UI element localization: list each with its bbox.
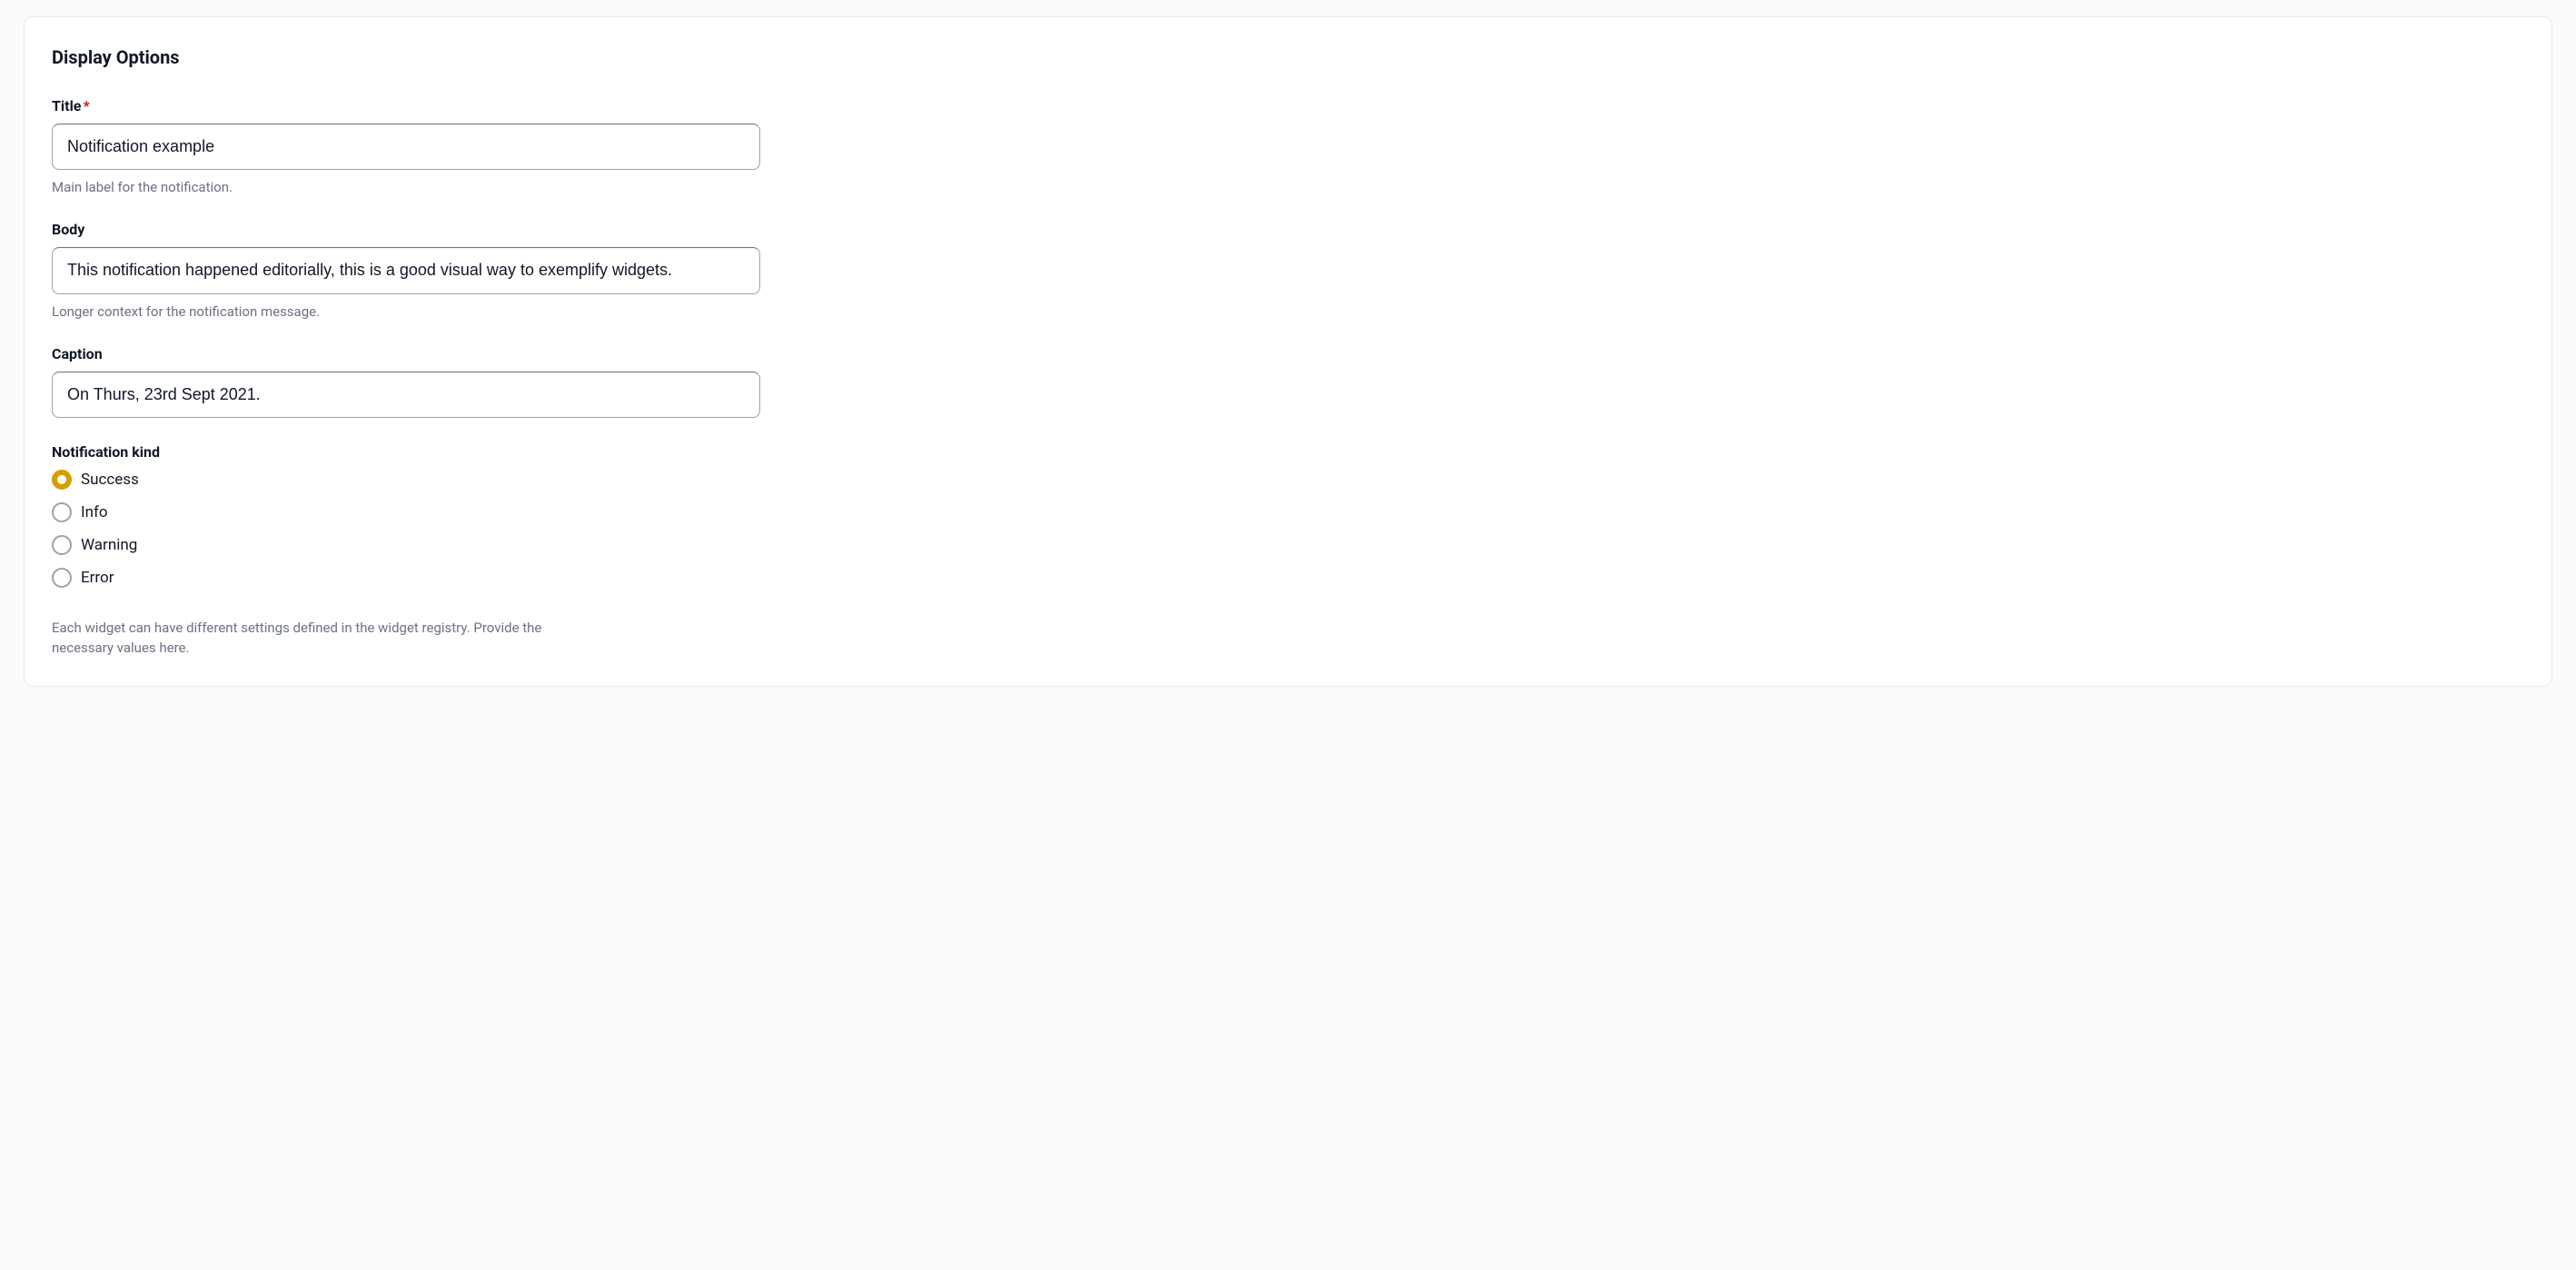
- radio-icon: [52, 535, 72, 555]
- kind-radio-success-label: Success: [81, 471, 139, 489]
- body-input[interactable]: [52, 247, 760, 293]
- body-field-group: Body Longer context for the notification…: [52, 221, 760, 319]
- required-mark: *: [83, 97, 89, 114]
- radio-icon: [52, 502, 72, 522]
- caption-label: Caption: [52, 345, 760, 362]
- kind-radio-error[interactable]: Error: [52, 568, 2524, 588]
- footer-help: Each widget can have different settings …: [52, 619, 560, 659]
- kind-radio-info[interactable]: Info: [52, 502, 2524, 522]
- section-title: Display Options: [52, 46, 2524, 68]
- kind-field-group: Notification kind Success Info Warning E…: [52, 443, 2524, 588]
- body-help: Longer context for the notification mess…: [52, 303, 760, 320]
- kind-label: Notification kind: [52, 443, 2524, 461]
- kind-radio-warning[interactable]: Warning: [52, 535, 2524, 555]
- body-label: Body: [52, 221, 760, 238]
- radio-icon: [52, 470, 72, 490]
- kind-radio-warning-label: Warning: [81, 536, 137, 554]
- kind-radio-success[interactable]: Success: [52, 470, 2524, 490]
- kind-radio-error-label: Error: [81, 569, 114, 587]
- kind-radio-info-label: Info: [81, 503, 108, 521]
- title-help: Main label for the notification.: [52, 179, 760, 195]
- title-field-group: Title* Main label for the notification.: [52, 97, 760, 195]
- display-options-panel: Display Options Title* Main label for th…: [24, 16, 2552, 687]
- title-label-text: Title: [52, 97, 81, 114]
- caption-input[interactable]: [52, 372, 760, 418]
- title-label: Title*: [52, 97, 760, 114]
- radio-icon: [52, 568, 72, 588]
- caption-field-group: Caption: [52, 345, 760, 418]
- title-input[interactable]: [52, 124, 760, 170]
